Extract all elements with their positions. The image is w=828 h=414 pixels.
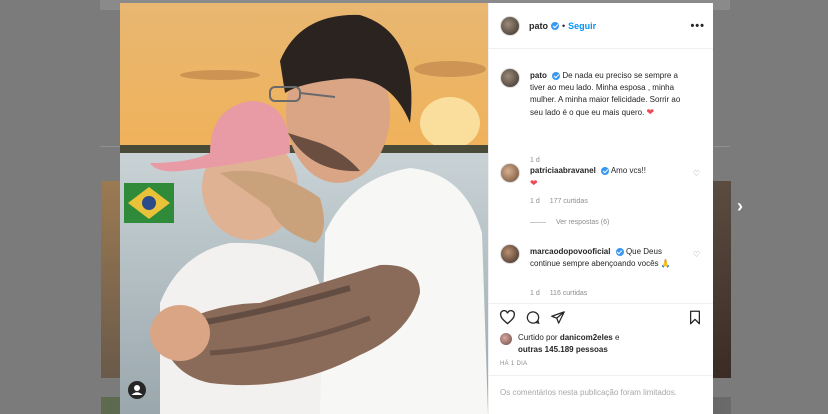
comment-likes[interactable]: 177 curtidas — [550, 198, 588, 205]
post-side-panel: pato • Seguir ••• pato De nada eu precis… — [488, 3, 713, 414]
comment-item: patriciaabravanel Amo vcs!! ❤ ♡ 1 d 177 … — [500, 163, 703, 233]
comment-age: 1 d — [530, 290, 540, 297]
post-header: pato • Seguir ••• — [489, 3, 713, 49]
view-replies-label[interactable]: Ver respostas (6) — [556, 219, 609, 226]
comment-meta: 1 d 177 curtidas — [530, 198, 588, 205]
verified-badge-icon — [601, 166, 610, 175]
comments-limited-notice: Os comentários nesta publicação foram li… — [489, 375, 713, 414]
comment-author[interactable]: patriciaabravanel — [530, 166, 596, 175]
commenter-avatar[interactable] — [500, 244, 520, 264]
share-icon[interactable] — [550, 310, 566, 330]
like-comment-heart-icon[interactable]: ♡ — [693, 169, 700, 178]
caption-item: pato De nada eu preciso se sempre a tive… — [500, 68, 703, 164]
comment-text-block: patriciaabravanel Amo vcs!! ❤ — [530, 165, 685, 190]
comment-item: marcaodopovooficial Que Deus continue se… — [500, 244, 703, 303]
liked-by-prefix: Curtido por — [518, 333, 558, 342]
post-modal: pato • Seguir ••• pato De nada eu precis… — [120, 3, 713, 414]
author-username[interactable]: pato — [529, 21, 548, 31]
liked-by-user[interactable]: danicom2eles — [560, 333, 613, 342]
praying-hands-emoji: 🙏 — [660, 259, 671, 268]
comment-icon[interactable] — [525, 310, 541, 330]
action-bar — [489, 303, 713, 326]
red-heart-emoji: ❤ — [646, 107, 655, 117]
comments-limited-text: Os comentários nesta publicação foram li… — [500, 388, 677, 397]
likes-others[interactable]: outras 145.189 pessoas — [518, 345, 608, 354]
likes-summary: Curtido por danicom2eles e outras 145.18… — [500, 332, 619, 356]
post-photo[interactable] — [120, 3, 488, 414]
caption-text-block: pato De nada eu preciso se sempre a tive… — [530, 70, 685, 119]
red-heart-emoji: ❤ — [530, 178, 538, 188]
bookmark-icon[interactable] — [688, 310, 702, 330]
caption-author-avatar[interactable] — [500, 68, 520, 88]
likes-text: Curtido por danicom2eles e outras 145.18… — [518, 332, 619, 356]
feed-post-right[interactable] — [713, 181, 731, 378]
feed-post-left[interactable] — [101, 181, 120, 378]
comment-text: Amo vcs!! — [610, 166, 646, 175]
comment-likes[interactable]: 116 curtidas — [550, 290, 588, 297]
view-replies[interactable]: Ver respostas (6) — [530, 219, 609, 226]
like-comment-heart-icon[interactable]: ♡ — [693, 250, 700, 259]
liked-by-mid: e — [614, 333, 620, 342]
tagged-user-icon[interactable] — [128, 381, 146, 399]
heart-outline-icon[interactable] — [499, 309, 516, 330]
next-post-chevron-right-icon[interactable]: › — [737, 196, 743, 217]
follow-separator: • — [562, 20, 566, 31]
verified-badge-icon — [615, 247, 624, 256]
replies-line — [530, 221, 546, 223]
commenter-avatar[interactable] — [500, 163, 520, 183]
post-time[interactable]: HÁ 1 DIA — [500, 361, 527, 367]
comment-meta: 1 d 116 curtidas — [530, 290, 587, 297]
comment-age: 1 d — [530, 198, 540, 205]
verified-badge-icon — [552, 71, 561, 80]
verified-badge-icon — [551, 21, 559, 30]
liker-avatar — [500, 333, 512, 345]
author-avatar[interactable] — [500, 15, 520, 36]
follow-button[interactable]: Seguir — [568, 21, 596, 31]
comment-text-block: marcaodopovooficial Que Deus continue se… — [530, 246, 685, 270]
caption-author[interactable]: pato — [530, 71, 547, 80]
more-options-icon[interactable]: ••• — [690, 20, 705, 32]
comment-author[interactable]: marcaodopovooficial — [530, 247, 610, 256]
comments-list[interactable]: pato De nada eu preciso se sempre a tive… — [489, 50, 713, 303]
